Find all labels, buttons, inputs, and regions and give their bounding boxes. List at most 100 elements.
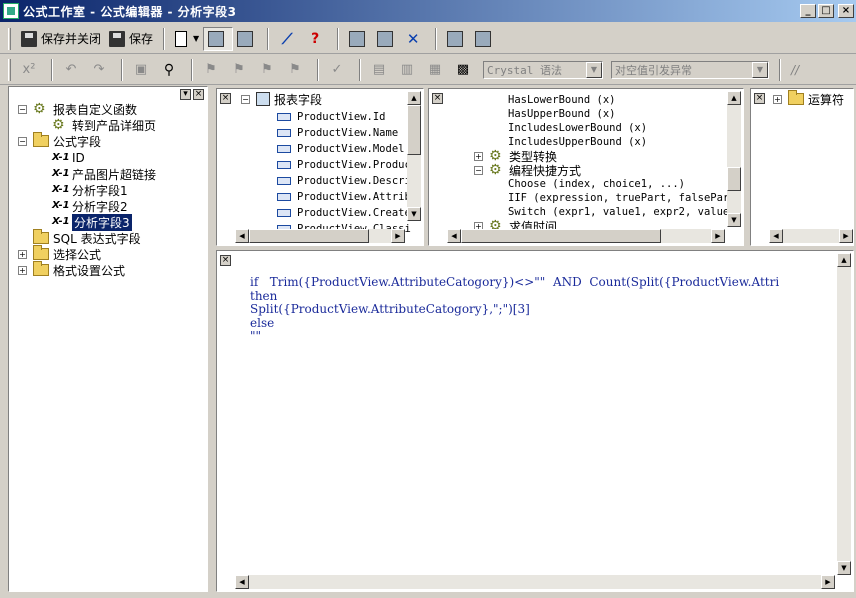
show-functions-button[interactable]: ▦ (423, 58, 451, 82)
delete-button[interactable]: ✕ (401, 27, 429, 51)
scroll-right-icon[interactable]: ▶ (711, 229, 725, 243)
browse-data-button[interactable] (471, 27, 499, 51)
collapse-icon[interactable]: − (241, 94, 250, 104)
properties-button[interactable] (233, 27, 261, 51)
tree-item[interactable]: − ⚙ 报表自定义函数 (18, 101, 137, 117)
expand-icon[interactable]: + (18, 249, 27, 259)
bookmark-toggle-button[interactable]: ⚑ (199, 58, 227, 82)
field-item[interactable]: ProductView.Id (277, 109, 386, 125)
save-and-close-button[interactable]: 保存并关闭 (17, 27, 105, 51)
new-formula-button[interactable]: ▼ (171, 27, 203, 51)
null-handling-select[interactable]: 对空值引发异常 ▼ (611, 60, 769, 79)
tree-item[interactable]: ⚙ 转到产品详细页 (52, 117, 156, 133)
comment-block-button[interactable]: ▣ (129, 58, 157, 82)
tree-item[interactable]: X-1 ID (52, 150, 85, 166)
find-button[interactable]: ⚲ (157, 58, 185, 82)
sort-tree-button[interactable]: ▤ (367, 58, 395, 82)
comment-toggle-button[interactable]: // (787, 58, 803, 82)
help-button[interactable]: ? (303, 27, 331, 51)
operators-root[interactable]: + 运算符 (773, 90, 844, 107)
operators-horizontal-scrollbar[interactable]: ◀ ▶ (769, 229, 853, 243)
functions-vertical-scrollbar[interactable]: ▲ ▼ (727, 91, 741, 227)
expert-button[interactable]: ⟋ (275, 27, 303, 51)
chevron-down-icon[interactable]: ▼ (586, 61, 602, 78)
code-line[interactable]: else (250, 316, 779, 331)
field-item[interactable]: ProductView.Descri (277, 173, 411, 189)
scroll-left-icon[interactable]: ◀ (769, 229, 783, 243)
code-line[interactable]: if Trim({ProductView.AttributeCatogory})… (250, 275, 779, 290)
scroll-up-icon[interactable]: ▲ (837, 253, 851, 267)
code-line[interactable]: Split({ProductView.AttributeCatogory},";… (250, 302, 779, 317)
clear-bookmarks-button[interactable]: ⚑ (283, 58, 311, 82)
close-button[interactable]: × (838, 4, 854, 18)
tree-item[interactable]: SQL 表达式字段 (18, 229, 141, 246)
expand-icon[interactable]: + (18, 265, 27, 275)
expand-icon[interactable]: + (773, 94, 782, 104)
minimize-button[interactable]: _ (800, 4, 816, 18)
scroll-down-icon[interactable]: ▼ (407, 207, 421, 221)
check-syntax-button[interactable]: ✓ (325, 58, 353, 82)
scroll-up-icon[interactable]: ▲ (407, 91, 421, 105)
editor-horizontal-scrollbar[interactable]: ◀ ▶ (235, 575, 835, 589)
fields-root[interactable]: − 报表字段 (241, 91, 322, 107)
show-operators-button[interactable]: ▩ (451, 58, 479, 82)
scroll-thumb[interactable] (407, 105, 421, 155)
format-button[interactable]: x² (17, 58, 45, 82)
scroll-right-icon[interactable]: ▶ (391, 229, 405, 243)
scroll-down-icon[interactable]: ▼ (727, 213, 741, 227)
scroll-up-icon[interactable]: ▲ (727, 91, 741, 105)
scroll-right-icon[interactable]: ▶ (821, 575, 835, 589)
tree-item[interactable]: X-1 分析字段2 (52, 198, 128, 214)
chevron-down-icon[interactable]: ▼ (752, 61, 768, 78)
fields-vertical-scrollbar[interactable]: ▲ ▼ (407, 91, 421, 221)
code-line[interactable]: "" (250, 329, 779, 344)
tree-item[interactable]: X-1 分析字段1 (52, 182, 128, 198)
scroll-thumb[interactable] (249, 229, 369, 243)
close-panel-icon[interactable]: × (754, 93, 765, 104)
close-panel-icon[interactable]: × (220, 93, 231, 104)
check-button[interactable] (373, 27, 401, 51)
redo-button[interactable]: ↷ (87, 58, 115, 82)
pin-icon[interactable]: ▾ (180, 89, 191, 100)
save-button[interactable]: 保存 (105, 27, 157, 51)
editor-vertical-scrollbar[interactable]: ▲ ▼ (837, 253, 851, 575)
scroll-left-icon[interactable]: ◀ (235, 575, 249, 589)
scroll-right-icon[interactable]: ▶ (839, 229, 853, 243)
undo-button[interactable]: ↶ (59, 58, 87, 82)
syntax-select[interactable]: Crystal 语法 ▼ (483, 60, 603, 79)
bookmark-button[interactable] (345, 27, 373, 51)
close-panel-icon[interactable]: × (220, 255, 231, 266)
scroll-left-icon[interactable]: ◀ (447, 229, 461, 243)
collapse-icon[interactable]: − (474, 165, 483, 175)
field-item[interactable]: ProductView.Create (277, 205, 411, 221)
collapse-icon[interactable]: − (18, 104, 27, 114)
toolbar-grip[interactable] (8, 58, 11, 81)
tree-item[interactable]: X-1 产品图片超链接 (52, 166, 156, 182)
scroll-thumb[interactable] (727, 167, 741, 191)
prev-bookmark-button[interactable]: ⚑ (255, 58, 283, 82)
next-bookmark-button[interactable]: ⚑ (227, 58, 255, 82)
functions-horizontal-scrollbar[interactable]: ◀ ▶ (447, 229, 725, 243)
scroll-down-icon[interactable]: ▼ (837, 561, 851, 575)
toggle-tree-button[interactable] (203, 26, 234, 51)
field-item[interactable]: ProductView.Name (277, 125, 398, 141)
chevron-down-icon[interactable]: ▼ (193, 34, 199, 43)
scroll-thumb[interactable] (461, 229, 661, 243)
formula-code[interactable]: if Trim({ProductView.AttributeCatogory})… (250, 275, 779, 344)
show-fields-button[interactable]: ▥ (395, 58, 423, 82)
close-panel-icon[interactable]: × (432, 93, 443, 104)
tree-item[interactable]: + 选择公式 (18, 245, 101, 262)
field-item[interactable]: ProductView.Model (277, 141, 404, 157)
field-item[interactable]: ProductView.Produc (277, 157, 411, 173)
field-item[interactable]: ProductView.Attrib (277, 189, 411, 205)
code-line[interactable]: then (250, 289, 779, 304)
expand-icon[interactable]: + (474, 151, 483, 161)
tree-item[interactable]: + 格式设置公式 (18, 261, 125, 278)
scroll-left-icon[interactable]: ◀ (235, 229, 249, 243)
fields-horizontal-scrollbar[interactable]: ◀ ▶ (235, 229, 405, 243)
collapse-icon[interactable]: − (18, 136, 27, 146)
tree-item[interactable]: − 公式字段 (18, 132, 101, 149)
tree-item[interactable]: X-1 分析字段3 (52, 213, 132, 231)
find-field-button[interactable] (443, 27, 471, 51)
maximize-button[interactable]: □ (818, 4, 834, 18)
